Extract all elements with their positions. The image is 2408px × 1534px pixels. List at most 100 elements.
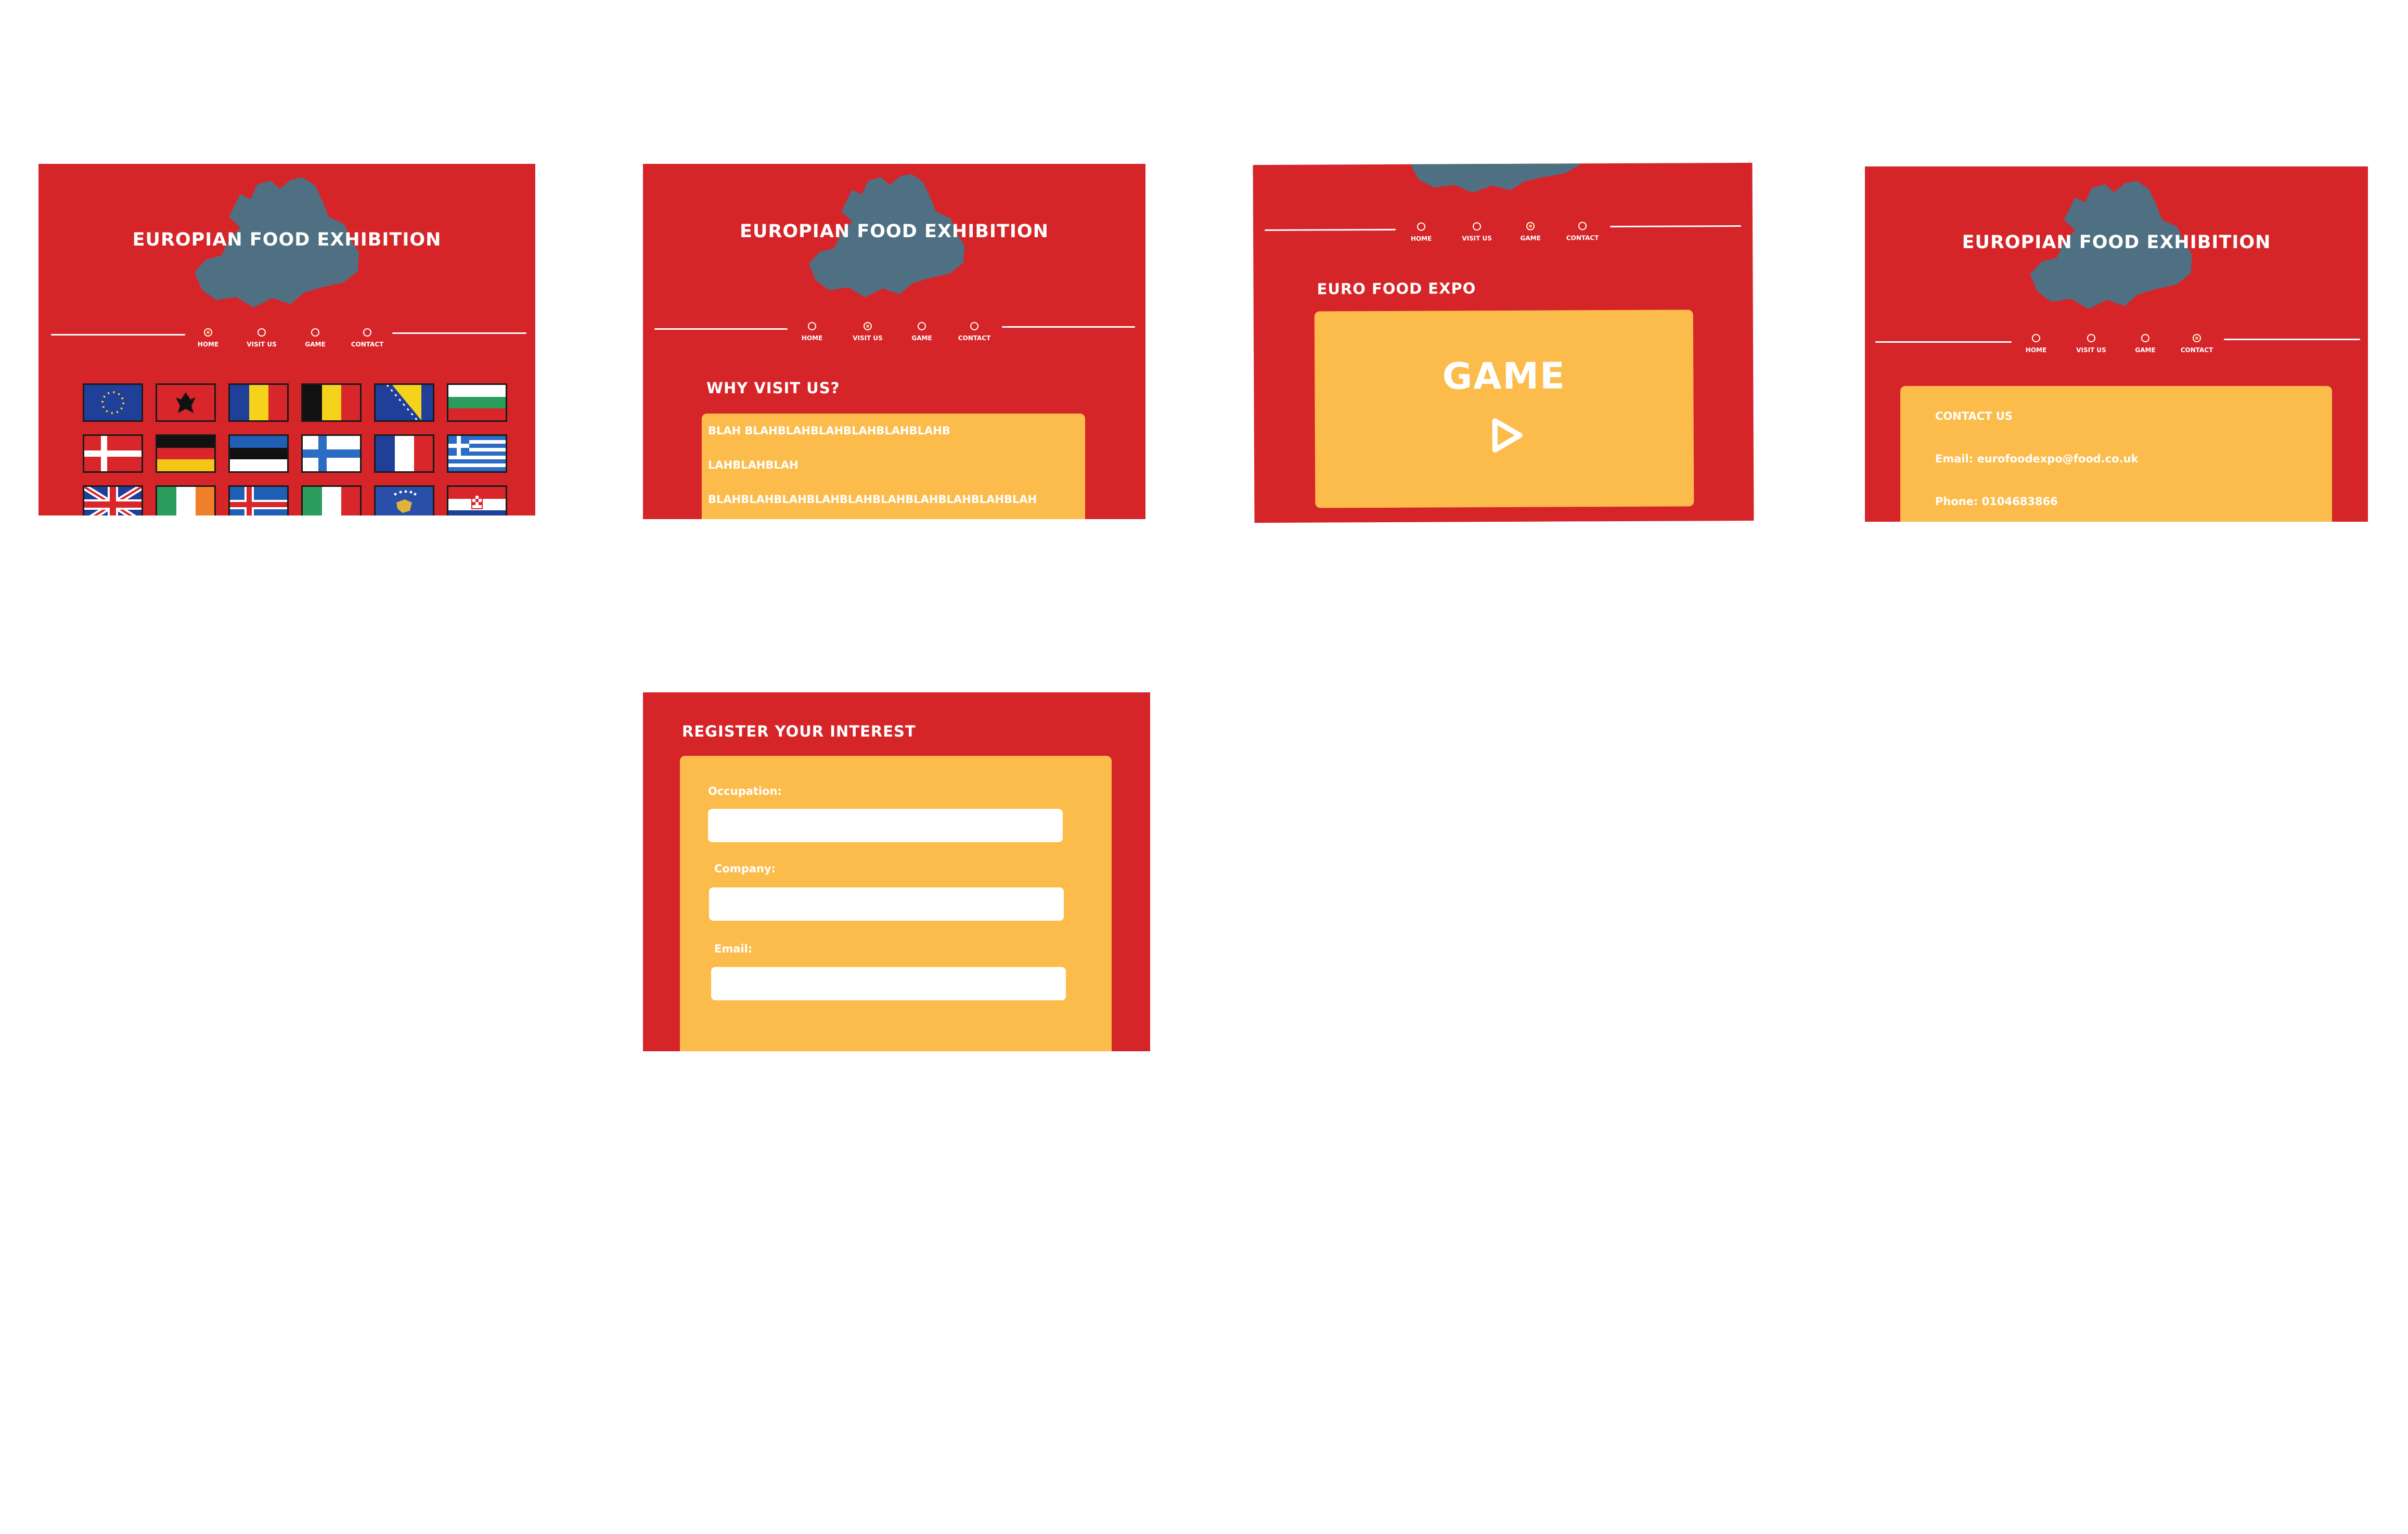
nav-label: CONTACT — [351, 341, 384, 348]
email-input[interactable] — [711, 967, 1066, 1000]
nav-radio[interactable] — [2032, 334, 2040, 342]
occupation-label: Occupation: — [708, 785, 782, 797]
nav-radio[interactable] — [311, 328, 319, 337]
flag-finland[interactable] — [301, 434, 362, 473]
flag-iceland[interactable] — [228, 485, 289, 515]
nav-contact[interactable]: CONTACT — [954, 322, 995, 342]
visit-text-line: BLAH BLAHBLAHBLAHBLAHBLAHBLAHB — [708, 424, 950, 437]
nav-radio[interactable] — [1578, 222, 1587, 230]
flag-italy[interactable] — [301, 485, 362, 515]
nav-bar: HOME VISIT US GAME CONTACT — [1865, 334, 2368, 370]
nav-divider-right — [2224, 339, 2360, 340]
nav-bar: HOME VISIT US GAME CONTACT — [1253, 221, 1753, 260]
flag-estonia[interactable] — [228, 434, 289, 473]
nav-radio-selected[interactable] — [864, 322, 872, 330]
flag-european-union[interactable] — [83, 383, 143, 422]
nav-radio[interactable] — [363, 328, 371, 337]
company-label: Company: — [714, 862, 776, 875]
visit-text-line: BLAHBLAHBLAHBLAHBLAHBLAHBLAHBLAHBLAHBLAH — [708, 493, 1037, 506]
contact-details: CONTACT US Email: eurofoodexpo@food.co.u… — [1935, 410, 2139, 522]
flag-romania[interactable] — [228, 383, 289, 422]
nav-radio-selected[interactable] — [1526, 222, 1535, 230]
nav-divider-right — [1610, 225, 1742, 228]
contact-panel: CONTACT US Email: eurofoodexpo@food.co.u… — [1900, 386, 2332, 522]
flag-denmark[interactable] — [83, 434, 143, 473]
company-input[interactable] — [709, 887, 1064, 921]
nav-divider-right — [392, 332, 526, 334]
nav-divider-left — [51, 334, 185, 336]
nav-home[interactable]: HOME — [187, 328, 229, 348]
email-label: Email: — [714, 943, 753, 955]
nav-radio[interactable] — [1472, 222, 1482, 231]
country-flag-grid — [83, 383, 507, 515]
nav-contact[interactable]: CONTACT — [346, 328, 388, 348]
nav-label: CONTACT — [1566, 234, 1599, 242]
nav-label: HOME — [1410, 235, 1432, 242]
nav-home[interactable]: HOME — [791, 322, 833, 342]
nav-radio[interactable] — [1417, 222, 1426, 231]
flag-germany[interactable] — [156, 434, 216, 473]
nav-radio-selected[interactable] — [2193, 334, 2201, 342]
nav-visit-us[interactable]: VISIT US — [241, 328, 282, 348]
nav-visit-us[interactable]: VISIT US — [847, 322, 888, 342]
game-screen-heading: EURO FOOD EXPO — [1317, 279, 1476, 298]
flag-bosnia-and-herzegovina[interactable] — [374, 383, 434, 422]
game-panel[interactable]: GAME — [1314, 310, 1694, 508]
nav-label: CONTACT — [958, 334, 991, 342]
flag-ireland[interactable] — [156, 485, 216, 515]
nav-contact[interactable]: CONTACT — [2176, 334, 2218, 354]
nav-game[interactable]: GAME — [294, 328, 336, 348]
play-button[interactable] — [1486, 415, 1527, 456]
flag-belgium[interactable] — [301, 383, 362, 422]
nav-radio[interactable] — [2087, 334, 2095, 342]
visit-info-panel: BLAH BLAHBLAHBLAHBLAHBLAHBLAHB LAHBLAHBL… — [702, 414, 1085, 519]
flag-france[interactable] — [374, 434, 434, 473]
occupation-input[interactable] — [708, 809, 1063, 842]
contact-phone[interactable]: Phone: 0104683866 — [1935, 495, 2139, 522]
nav-divider-right — [1002, 326, 1135, 328]
nav-radio[interactable] — [970, 322, 978, 330]
nav-game[interactable]: GAME — [2124, 334, 2166, 354]
nav-radio[interactable] — [2141, 334, 2149, 342]
nav-bar: HOME VISIT US GAME CONTACT — [643, 322, 1145, 358]
nav-visit-us[interactable]: VISIT US — [2070, 334, 2112, 354]
nav-contact[interactable]: CONTACT — [1562, 222, 1603, 241]
nav-label: GAME — [305, 341, 326, 348]
nav-game[interactable]: GAME — [901, 322, 943, 342]
nav-label: VISIT US — [247, 341, 277, 348]
visit-us-screen: EUROPIAN FOOD EXHIBITION HOME VISIT US G… — [643, 164, 1145, 519]
nav-label: GAME — [1520, 234, 1541, 242]
register-form-panel: Occupation: Company: Email: — [680, 756, 1112, 1051]
visit-text: BLAH BLAHBLAHBLAHBLAHBLAHBLAHB LAHBLAHBL… — [708, 423, 1037, 519]
visit-heading: WHY VISIT US? — [706, 379, 840, 397]
nav-radio[interactable] — [808, 322, 816, 330]
nav-divider-left — [1265, 228, 1396, 231]
nav-label: VISIT US — [1462, 235, 1492, 242]
contact-email[interactable]: Email: eurofoodexpo@food.co.uk — [1935, 453, 2139, 495]
nav-game[interactable]: GAME — [1510, 222, 1551, 242]
nav-radio[interactable] — [918, 322, 926, 330]
register-screen: REGISTER YOUR INTEREST Occupation: Compa… — [643, 692, 1150, 1051]
nav-label: VISIT US — [2076, 346, 2106, 354]
flag-croatia[interactable] — [447, 485, 507, 515]
site-title: EUROPIAN FOOD EXHIBITION — [1962, 232, 2271, 253]
home-screen: EUROPIAN FOOD EXHIBITION HOME VISIT US G… — [38, 164, 535, 515]
register-heading: REGISTER YOUR INTEREST — [682, 723, 916, 740]
flag-albania[interactable] — [156, 383, 216, 422]
flag-bulgaria[interactable] — [447, 383, 507, 422]
site-title: EUROPIAN FOOD EXHIBITION — [132, 229, 442, 250]
flag-united-kingdom[interactable] — [83, 485, 143, 515]
nav-radio[interactable] — [257, 328, 266, 337]
nav-home[interactable]: HOME — [2015, 334, 2057, 354]
site-title: EUROPIAN FOOD EXHIBITION — [740, 221, 1049, 242]
nav-label: HOME — [197, 341, 219, 348]
flag-kosovo[interactable] — [374, 485, 434, 515]
play-icon — [1492, 418, 1523, 453]
flag-greece[interactable] — [447, 434, 507, 473]
nav-visit-us[interactable]: VISIT US — [1456, 222, 1498, 242]
game-title: GAME — [1442, 354, 1566, 398]
nav-radio-selected[interactable] — [204, 328, 212, 337]
nav-home[interactable]: HOME — [1400, 222, 1442, 242]
nav-bar: HOME VISIT US GAME CONTACT — [38, 328, 535, 365]
nav-label: HOME — [801, 334, 823, 342]
